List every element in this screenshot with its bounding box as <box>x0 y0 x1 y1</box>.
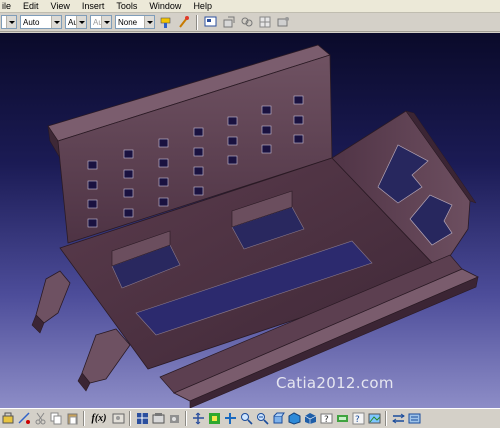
menu-window[interactable]: Window <box>143 0 187 12</box>
linetype-select-value: Auto <box>23 17 40 27</box>
layer-select[interactable]: None <box>115 15 155 29</box>
filter-icon[interactable] <box>239 15 254 30</box>
menu-bar: ile Edit View Insert Tools Window Help <box>0 0 500 13</box>
iso-view-icon[interactable] <box>287 412 301 426</box>
menu-file[interactable]: ile <box>0 0 17 12</box>
layout-icon[interactable] <box>391 412 405 426</box>
pan-icon[interactable] <box>191 412 205 426</box>
toolbar-separator <box>185 411 187 426</box>
copy-icon[interactable] <box>49 412 63 426</box>
snap-icon[interactable] <box>221 15 236 30</box>
measure-icon[interactable] <box>17 412 31 426</box>
weight-select[interactable]: Aut <box>90 15 112 29</box>
toolbar-separator <box>196 14 198 30</box>
toolbar-separator <box>83 411 85 426</box>
chevron-down-icon[interactable] <box>101 16 111 28</box>
formula-icon[interactable]: f(x) <box>89 412 109 426</box>
swap-space-icon[interactable] <box>335 412 349 426</box>
painter-icon[interactable] <box>158 15 173 30</box>
properties-toolbar: Auto Aut Aut None <box>0 13 500 32</box>
chevron-down-icon[interactable] <box>144 16 154 28</box>
chevron-down-icon[interactable] <box>76 16 86 28</box>
grid-icon[interactable] <box>257 15 272 30</box>
thickness-select[interactable]: Aut <box>65 15 87 29</box>
toolbar-separator <box>385 411 387 426</box>
table-icon[interactable] <box>151 412 165 426</box>
hide-show-icon[interactable]: ? <box>319 412 333 426</box>
select-icon[interactable] <box>203 15 218 30</box>
linetype-select[interactable]: Auto <box>20 15 62 29</box>
paste-icon[interactable] <box>65 412 79 426</box>
catalog-icon[interactable] <box>111 412 125 426</box>
compass-icon[interactable] <box>167 412 181 426</box>
menu-insert[interactable]: Insert <box>76 0 111 12</box>
formula-label: f(x) <box>91 413 107 424</box>
thickness-select-value: Aut <box>68 17 76 27</box>
menu-edit[interactable]: Edit <box>17 0 45 12</box>
fit-all-icon[interactable] <box>207 412 221 426</box>
zoom-in-icon[interactable] <box>239 412 253 426</box>
chevron-down-icon[interactable] <box>6 16 16 28</box>
layer-select-value: None <box>118 17 138 27</box>
toolbar-separator <box>129 411 131 426</box>
bottom-toolbar: f(x) ? ? <box>0 408 500 428</box>
constraint-icon[interactable] <box>275 15 290 30</box>
update-icon[interactable] <box>1 412 15 426</box>
cut-icon[interactable] <box>33 412 47 426</box>
menu-help[interactable]: Help <box>187 0 218 12</box>
3d-viewport[interactable]: Catia2012.com <box>0 33 500 408</box>
color-select[interactable] <box>1 15 17 29</box>
analysis-icon[interactable] <box>135 412 149 426</box>
material-icon[interactable] <box>407 412 421 426</box>
watermark: Catia2012.com <box>276 374 394 392</box>
svg-text:?: ? <box>355 415 360 425</box>
zoom-out-icon[interactable] <box>255 412 269 426</box>
sheet-metal-part[interactable] <box>0 33 500 408</box>
chevron-down-icon[interactable] <box>51 16 61 28</box>
weight-select-value: Aut <box>93 17 101 27</box>
svg-text:?: ? <box>324 415 329 425</box>
rotate-icon[interactable] <box>223 412 237 426</box>
help-icon[interactable]: ? <box>351 412 365 426</box>
render-style-icon[interactable] <box>303 412 317 426</box>
menu-tools[interactable]: Tools <box>110 0 143 12</box>
menu-view[interactable]: View <box>45 0 76 12</box>
normal-view-icon[interactable] <box>271 412 285 426</box>
image-icon[interactable] <box>367 412 381 426</box>
brush-icon[interactable] <box>176 15 191 30</box>
